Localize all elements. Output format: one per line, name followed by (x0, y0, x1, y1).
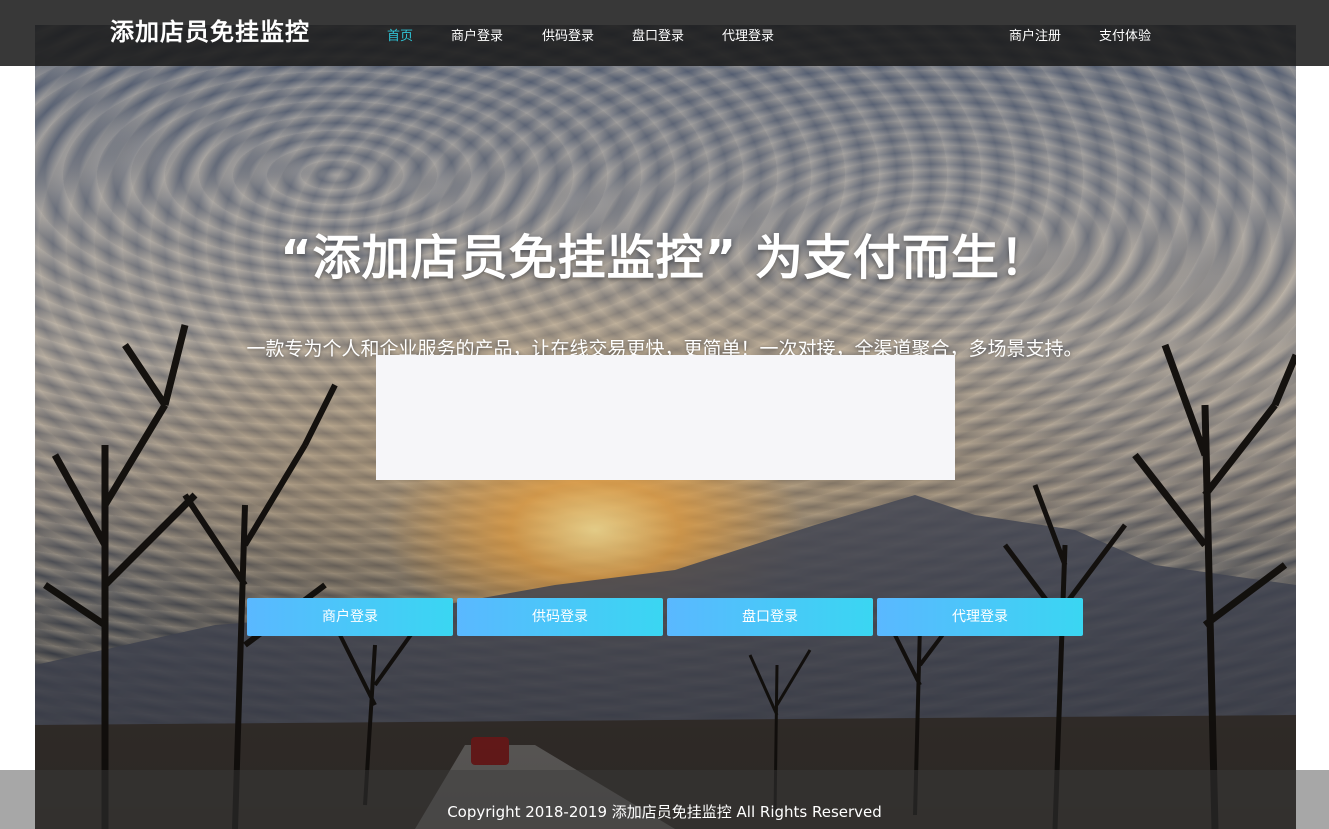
nav-panel-login[interactable]: 盘口登录 (632, 25, 684, 44)
hero-headline: “添加店员免挂监控” 为支付而生！ (280, 230, 1049, 286)
agent-login-button[interactable]: 代理登录 (877, 598, 1083, 636)
brand-title[interactable]: 添加店员免挂监控 (110, 12, 310, 47)
merchant-login-button[interactable]: 商户登录 (247, 598, 453, 636)
supplier-login-button[interactable]: 供码登录 (457, 598, 663, 636)
top-navbar: 添加店员免挂监控 首页 商户登录 供码登录 盘口登录 代理登录 商户注册 支付体… (0, 0, 1329, 66)
car (471, 737, 509, 765)
nav-merchant-register[interactable]: 商户注册 (1009, 25, 1061, 44)
nav-agent-login[interactable]: 代理登录 (722, 25, 774, 44)
nav-supplier-login[interactable]: 供码登录 (542, 25, 594, 44)
nav-merchant-login[interactable]: 商户登录 (451, 25, 503, 44)
panel-login-button[interactable]: 盘口登录 (667, 598, 873, 636)
blank-content-panel (376, 355, 955, 480)
nav-pay-trial[interactable]: 支付体验 (1099, 25, 1151, 44)
nav-home[interactable]: 首页 (387, 25, 413, 44)
footer-copyright: Copyright 2018-2019 添加店员免挂监控 All Rights … (447, 803, 882, 821)
